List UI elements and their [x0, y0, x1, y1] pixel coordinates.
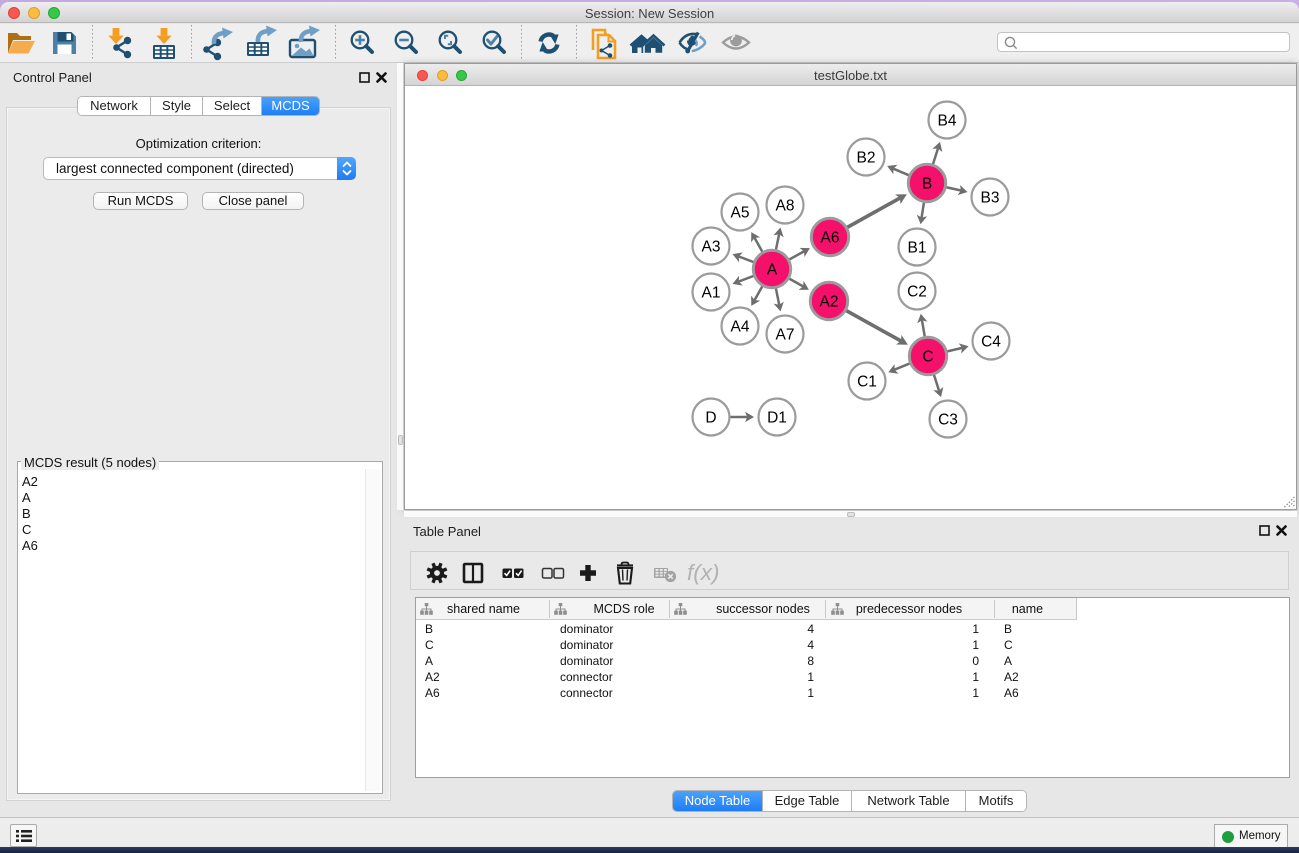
svg-text:C4: C4: [981, 334, 1001, 351]
svg-text:A4: A4: [731, 319, 750, 336]
svg-text:B2: B2: [857, 150, 876, 167]
svg-text:C2: C2: [907, 284, 927, 301]
svg-text:A7: A7: [776, 327, 795, 344]
svg-text:A3: A3: [702, 239, 721, 256]
svg-text:A1: A1: [702, 285, 721, 302]
svg-text:A: A: [767, 262, 778, 279]
svg-text:C: C: [922, 349, 933, 366]
svg-text:A5: A5: [731, 205, 750, 222]
svg-text:f(x): f(x): [687, 560, 720, 585]
svg-text:D1: D1: [767, 410, 787, 427]
svg-text:B: B: [922, 176, 932, 193]
svg-text:A2: A2: [820, 294, 839, 311]
svg-text:D: D: [705, 410, 716, 427]
svg-text:A6: A6: [821, 230, 840, 247]
svg-text:B4: B4: [938, 113, 957, 130]
svg-text:B3: B3: [981, 190, 1000, 207]
svg-text:A8: A8: [776, 198, 795, 215]
svg-text:C3: C3: [938, 412, 958, 429]
svg-text:B1: B1: [908, 240, 927, 257]
svg-text:C1: C1: [857, 374, 877, 391]
